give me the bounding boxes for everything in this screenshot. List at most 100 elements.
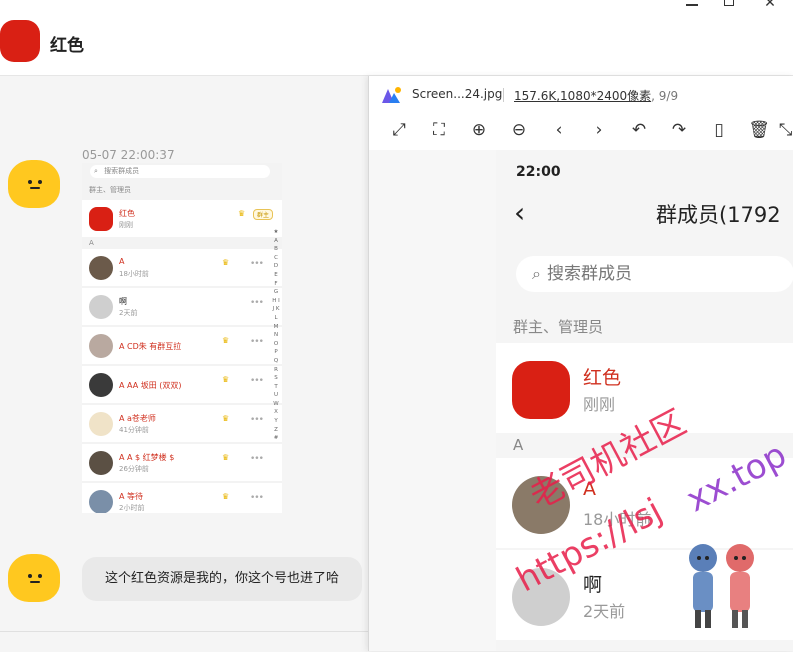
member-avatar [89,334,113,358]
member-avatar [512,568,570,626]
phone-page-title: 群成员(1792 [656,203,781,227]
rotate-left-icon[interactable]: ↶ [627,118,651,142]
sender-avatar[interactable] [8,160,60,208]
input-toolbar[interactable] [0,631,370,652]
rotate-right-icon[interactable]: ↷ [667,118,691,142]
more-icon: ••• [250,298,264,308]
member-sub: 2小时前 [119,504,145,512]
thumb-section-label: 群主、管理员 [89,186,131,194]
zoom-in-icon[interactable]: ⊕ [467,118,491,142]
delete-icon[interactable]: 🗑︎ [747,118,771,142]
member-name: A A $ 红梦楼 $ [119,453,175,462]
avatar-eye [28,574,32,578]
member-name: A a苍老师 [119,414,156,423]
member-avatar [89,412,113,436]
member-name: 啊 [119,297,127,306]
more-icon: ••• [250,337,264,347]
message-timestamp: 05-07 22:00:37 [82,148,175,162]
message-bubble[interactable]: 这个红色资源是我的，你这个号也进了哈 [82,557,362,601]
phone-member-row: A 18小时前 [496,458,793,548]
sender-avatar[interactable] [8,554,60,602]
member-name: A [583,478,596,500]
file-info: 157.6K,1080*2400像素, 9/9 [514,87,678,104]
member-sub: 26分钟前 [119,465,149,473]
contact-name[interactable]: 红色 [50,31,84,56]
viewer-logo-icon [382,87,401,103]
member-avatar [89,295,113,319]
thumb-owner-name: 红色 [119,209,135,218]
contact-avatar[interactable] [0,20,40,62]
member-sub: 2天前 [583,602,626,621]
maximize-button[interactable] [718,0,746,10]
member-avatar [89,451,113,475]
avatar-eye [38,574,42,578]
minimize-button[interactable] [680,0,708,10]
avatar-eye [38,180,42,184]
more-icon: ••• [250,259,264,269]
member-name: 啊 [583,574,603,596]
thumb-member-row: A a苍老师 41分钟前 ♛ ••• [82,405,282,442]
member-sub: 18小时前 [583,510,652,529]
zoom-out-icon[interactable]: ⊖ [507,118,531,142]
thumb-owner-avatar [89,207,113,231]
close-button[interactable]: ✕ [756,0,784,10]
search-icon: ⌕ [532,264,541,283]
crown-icon: ♛ [222,258,230,267]
more-icon: ••• [250,454,264,464]
member-sub: 18小时前 [119,270,149,278]
crown-icon: ♛ [222,492,230,501]
more-icon: ••• [250,376,264,386]
avatar-eye [28,180,32,184]
owner-avatar [512,361,570,419]
page-counter: , 9/9 [651,89,679,103]
crown-icon: ♛ [222,336,230,345]
phone-search: ⌕ 搜索群成员 [516,256,793,292]
fit-screen-icon[interactable]: ⤢ [387,118,411,142]
crown-icon: ♛ [222,414,230,423]
mouse-icon[interactable]: ▯ [707,118,731,142]
avatar-mouth [30,581,40,583]
more-icon: ••• [250,415,264,425]
member-sub: 2天前 [119,309,138,317]
chat-header: ✕ 红色 [0,0,793,76]
member-avatar [89,490,113,513]
owner-sub: 刚刚 [583,395,616,414]
chat-area: 05-07 22:00:37 ⌕ 搜索群成员 群主、管理员 红色 刚刚 ♛ 群主… [0,76,370,631]
alphabet-index: ★ A B C D E F G H I J K L M N O P Q R S … [272,229,280,442]
file-resolution[interactable]: ,1080*2400像素 [556,89,651,103]
member-name: A 等待 [119,492,144,501]
member-name: A CD朱 有群互拉 [119,342,182,351]
previous-icon[interactable]: ‹ [547,118,571,142]
actual-size-icon[interactable]: ⛶ [427,118,451,142]
member-sub: 41分钟前 [119,426,149,434]
phone-section-label: 群主、管理员 [513,318,604,336]
next-icon[interactable]: › [587,118,611,142]
phone-member-row: 啊 2天前 [496,550,793,640]
image-viewer-window: Screen...24.jpg 157.6K,1080*2400像素, 9/9 … [368,76,793,651]
thumb-member-row: A CD朱 有群互拉 ♛ ••• [82,327,282,364]
phone-letter: A [513,436,524,454]
more-icon[interactable]: ⤡ [777,118,793,142]
member-name: A [119,257,125,266]
thumb-owner-row: 红色 刚刚 ♛ 群主 [82,200,282,237]
more-icon: ••• [250,493,264,503]
crown-icon: ♛ [222,375,230,384]
avatar-mouth [30,187,40,189]
crown-icon: ♛ [238,209,246,218]
crown-icon: ♛ [222,453,230,462]
member-avatar [89,256,113,280]
file-size[interactable]: 157.6K [514,89,556,103]
member-name: A AA 坂田 (双双) [119,381,182,390]
phone-owner-row: 红色 刚刚 [496,343,793,433]
thumb-member-row: A AA 坂田 (双双) ♛ ••• [82,366,282,403]
image-canvas[interactable]: 22:00 ‹ 群成员(1792 ⌕ 搜索群成员 群主、管理员 红色 刚刚 A A… [369,150,793,651]
owner-name: 红色 [583,367,622,389]
thumb-search: ⌕ 搜索群成员 [90,165,270,178]
thumb-letter: A [89,239,94,247]
status-time: 22:00 [516,164,561,180]
back-icon: ‹ [514,196,526,229]
image-message-thumbnail[interactable]: ⌕ 搜索群成员 群主、管理员 红色 刚刚 ♛ 群主 A A 18小时前 ♛ ••… [82,163,282,513]
member-avatar [89,373,113,397]
thumb-member-row: 啊 2天前 ••• [82,288,282,325]
phone-nav-bar: ‹ 群成员(1792 [496,186,793,242]
